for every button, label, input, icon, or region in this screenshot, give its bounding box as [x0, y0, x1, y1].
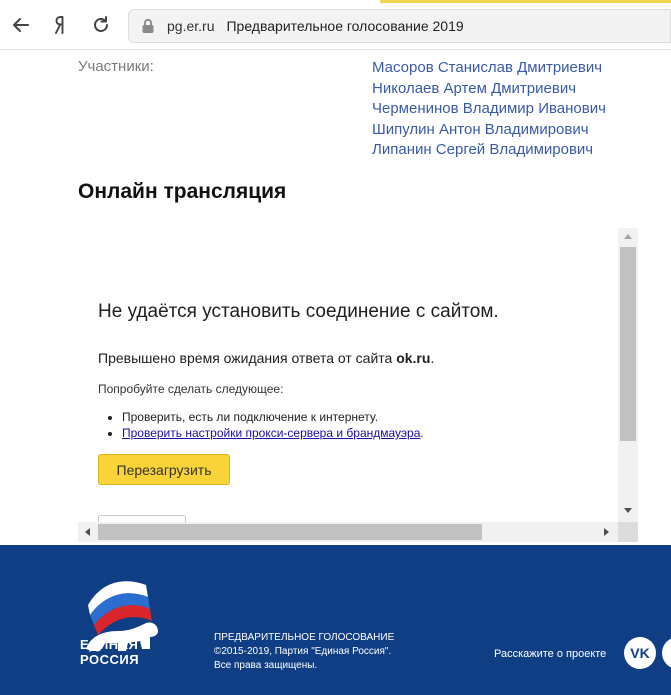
broadcast-heading: Онлайн трансляция [78, 180, 287, 203]
error-message-prefix: Превышено время ожидания ответа от сайта [98, 350, 397, 366]
address-domain: pg.er.ru [167, 18, 215, 34]
error-suggestions: Проверить, есть ли подключение к интерне… [122, 409, 424, 441]
participant-link[interactable]: Шипулин Антон Владимирович [372, 120, 606, 141]
details-button[interactable] [98, 515, 186, 522]
footer-line-1: ПРЕДВАРИТЕЛЬНОЕ ГОЛОСОВАНИЕ [214, 632, 395, 643]
yandex-logo-icon [53, 15, 69, 35]
error-message: Превышено время ожидания ответа от сайта… [98, 350, 434, 366]
participants-label: Участники: [78, 58, 154, 75]
reload-button[interactable]: Перезагрузить [98, 454, 230, 485]
participant-link[interactable]: Черменинов Владимир Иванович [372, 99, 606, 120]
address-bar[interactable]: pg.er.ru Предварительное голосование 201… [128, 9, 671, 43]
horizontal-scroll-thumb[interactable] [98, 524, 482, 540]
scroll-down-icon[interactable] [624, 508, 632, 513]
vk-share-button[interactable]: VK [624, 637, 656, 669]
vertical-scroll-thumb[interactable] [620, 247, 636, 441]
share-label: Расскажите о проекте [494, 648, 607, 660]
footer-line-3: Все права защищены. [214, 660, 318, 671]
logo-text: ЕДИНАЯ РОССИЯ [80, 637, 139, 667]
footer-line-2: ©2015-2019, Партия "Единая Россия". [214, 646, 392, 657]
reload-page-button[interactable] [88, 12, 114, 38]
active-tab-indicator [380, 0, 671, 3]
broadcast-embed-frame: Не удаётся установить соединение с сайто… [78, 228, 638, 542]
proxy-settings-link[interactable]: Проверить настройки прокси-сервера и бра… [122, 426, 420, 440]
scroll-left-icon[interactable] [85, 528, 90, 536]
suggestion-check-connection: Проверить, есть ли подключение к интерне… [122, 409, 424, 425]
vk-icon: VK [630, 645, 650, 661]
scroll-up-icon[interactable] [624, 234, 632, 239]
site-footer: ЕДИНАЯ РОССИЯ ПРЕДВАРИТЕЛЬНОЕ ГОЛОСОВАНИ… [0, 545, 671, 695]
suggestion-suffix: . [420, 426, 424, 440]
participant-link[interactable]: Николаев Артем Дмитриевич [372, 79, 606, 100]
vertical-scrollbar[interactable] [618, 228, 638, 522]
scroll-right-icon[interactable] [604, 528, 609, 536]
participants-list: Масоров Станислав Дмитриевич Николаев Ар… [372, 58, 606, 161]
participant-link[interactable]: Масоров Станислав Дмитриевич [372, 58, 606, 79]
horizontal-scrollbar[interactable] [78, 522, 618, 542]
logo-line-1: ЕДИНАЯ [80, 637, 139, 652]
address-page-title: Предварительное голосование 2019 [226, 18, 464, 34]
footer-copyright: ПРЕДВАРИТЕЛЬНОЕ ГОЛОСОВАНИЕ ©2015-2019, … [214, 631, 394, 673]
second-share-button[interactable] [662, 637, 671, 669]
scrollbar-corner [618, 522, 638, 542]
lock-icon [141, 18, 155, 34]
participant-link[interactable]: Липанин Сергей Владимирович [372, 140, 606, 161]
logo-line-2: РОССИЯ [80, 652, 140, 667]
yandex-button[interactable] [48, 12, 74, 38]
reload-icon [91, 15, 111, 35]
embed-viewport: Не удаётся установить соединение с сайто… [78, 228, 618, 522]
back-arrow-icon [11, 15, 31, 35]
error-title: Не удаётся установить соединение с сайто… [98, 301, 499, 322]
suggestion-check-proxy: Проверить настройки прокси-сервера и бра… [122, 425, 424, 441]
browser-toolbar: pg.er.ru Предварительное голосование 201… [0, 0, 671, 50]
back-button[interactable] [8, 12, 34, 38]
error-message-suffix: . [430, 350, 435, 366]
error-site: ok.ru [396, 350, 431, 366]
error-try-label: Попробуйте сделать следующее: [98, 382, 284, 396]
